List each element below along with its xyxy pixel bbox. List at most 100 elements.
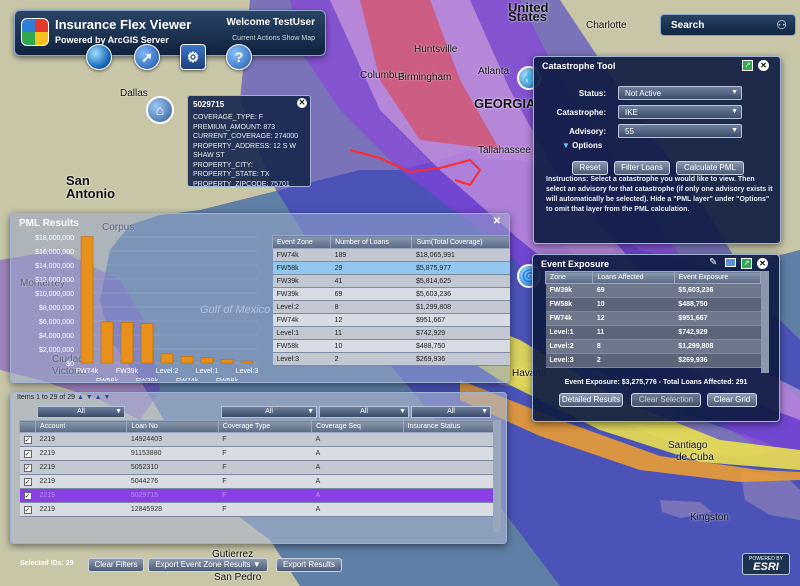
- x-tick-label: FW39k: [136, 378, 159, 381]
- coverage-type-filter[interactable]: All ▼: [221, 406, 317, 418]
- table-cell: $5,875,977: [411, 261, 510, 275]
- table-cell: A: [311, 446, 404, 461]
- catastrophe-select[interactable]: IKE ▼: [618, 105, 742, 119]
- account-filter[interactable]: All ▼: [37, 406, 125, 418]
- table-row[interactable]: FW39k 41 $5,814,625: [272, 274, 510, 288]
- bar[interactable]: [120, 322, 134, 364]
- column-header[interactable]: Insurance Status: [402, 420, 502, 433]
- options-toggle[interactable]: ▼ Options: [562, 141, 602, 150]
- grid-icon[interactable]: [725, 258, 736, 267]
- table-row[interactable]: ✓ 2219 5029715 F A: [19, 488, 501, 503]
- scrollbar[interactable]: [761, 271, 769, 373]
- popup-attribute-row: PREMIUM_AMOUNT: 873: [193, 123, 276, 131]
- row-checkbox[interactable]: ✓: [23, 435, 32, 444]
- close-icon[interactable]: ✕: [493, 216, 501, 227]
- table-header: Event Zone Number of Loans Sum(Total Cover…: [271, 235, 510, 249]
- table-row[interactable]: FW74k 12 $951,667: [272, 313, 510, 327]
- column-header[interactable]: Event Exposure: [673, 271, 762, 284]
- export-results-button[interactable]: Export Results: [276, 558, 342, 572]
- bar[interactable]: [80, 236, 94, 364]
- column-header[interactable]: Sum(Total Coverage): [411, 235, 510, 249]
- column-header[interactable]: Coverage Type: [217, 420, 313, 433]
- binoculars-icon[interactable]: ⚇: [776, 18, 787, 32]
- table-cell: 10: [330, 339, 412, 353]
- table-row[interactable]: Level:1 11 $742,929: [545, 325, 761, 340]
- table-row[interactable]: FW39k 69 $5,603,236: [545, 283, 761, 298]
- table-row[interactable]: FW74k 12 $951,667: [545, 311, 761, 326]
- table-row[interactable]: Level:1 11 $742,929: [272, 326, 510, 340]
- clear-grid-button[interactable]: Clear Grid: [707, 393, 757, 407]
- clear-filters-button[interactable]: Clear Filters: [88, 558, 144, 572]
- user-links[interactable]: Current Actions Show Map: [232, 35, 315, 42]
- row-checkbox[interactable]: ✓: [23, 505, 32, 514]
- row-checkbox-cell[interactable]: ✓: [19, 488, 36, 503]
- globe-icon[interactable]: [86, 44, 112, 70]
- scrollbar[interactable]: [493, 420, 501, 532]
- search-bar[interactable]: Search ⚇: [660, 14, 796, 36]
- row-checkbox[interactable]: ✓: [23, 477, 32, 486]
- expand-icon[interactable]: ↗: [741, 258, 752, 269]
- column-header[interactable]: Account: [34, 420, 128, 433]
- bar[interactable]: [180, 356, 194, 364]
- table-row[interactable]: Level:3 2 $269,936: [272, 352, 510, 366]
- table-row[interactable]: Level:2 8 $1,299,808: [272, 300, 510, 314]
- row-checkbox-cell[interactable]: ✓: [19, 460, 36, 475]
- column-header[interactable]: Coverage Seq: [311, 420, 404, 433]
- table-row[interactable]: Level:3 2 $269,936: [545, 353, 761, 368]
- status-select[interactable]: Not Active ▼: [618, 86, 742, 100]
- detailed-results-button[interactable]: Detailed Results: [559, 393, 623, 407]
- column-header[interactable]: Loans Affected: [592, 271, 675, 284]
- calculate-pml-button[interactable]: Calculate PML: [676, 161, 744, 175]
- pencil-icon[interactable]: ✎: [709, 257, 717, 268]
- advisory-select[interactable]: 55 ▼: [618, 124, 742, 138]
- table-row[interactable]: FW58k 29 $5,875,977: [272, 261, 510, 275]
- table-row[interactable]: Level:2 8 $1,299,808: [545, 339, 761, 354]
- table-row[interactable]: ✓ 2219 14924403 F A: [19, 432, 501, 447]
- close-icon[interactable]: ✕: [758, 60, 769, 71]
- catastrophe-value: IKE: [625, 108, 638, 117]
- table-cell: [403, 474, 501, 489]
- export-event-zone-results-button[interactable]: Export Event Zone Results ▼: [148, 558, 268, 572]
- table-row[interactable]: FW58k 10 $488,750: [545, 297, 761, 312]
- bar[interactable]: [140, 323, 154, 364]
- table-row[interactable]: ✓ 2219 5052310 F A: [19, 460, 501, 475]
- clear-selection-button[interactable]: Clear Selection: [631, 393, 701, 407]
- y-tick-label: $10,000,000: [35, 291, 74, 298]
- column-header[interactable]: Zone: [544, 271, 594, 284]
- row-checkbox[interactable]: ✓: [23, 463, 32, 472]
- table-row[interactable]: ✓ 2219 91153880 F A: [19, 446, 501, 461]
- table-row[interactable]: ✓ 2219 5044276 F A: [19, 474, 501, 489]
- column-header[interactable]: Loan No: [126, 420, 219, 433]
- table-row[interactable]: FW74k 189 $18,065,991: [272, 248, 510, 262]
- row-checkbox[interactable]: ✓: [23, 491, 32, 500]
- column-header[interactable]: [19, 420, 36, 433]
- bar[interactable]: [220, 359, 234, 364]
- close-icon[interactable]: ✕: [297, 98, 307, 108]
- row-checkbox-cell[interactable]: ✓: [19, 432, 36, 447]
- bar[interactable]: [240, 360, 254, 364]
- table-row[interactable]: FW58k 10 $488,750: [272, 339, 510, 353]
- close-icon[interactable]: ✕: [757, 258, 768, 269]
- column-header[interactable]: Number of Loans: [330, 235, 413, 249]
- row-checkbox-cell[interactable]: ✓: [19, 502, 36, 517]
- bar[interactable]: [160, 353, 174, 364]
- table-row[interactable]: ✓ 2219 12845928 F A: [19, 502, 501, 517]
- home-icon[interactable]: ⌂: [146, 96, 174, 124]
- bar[interactable]: [200, 357, 214, 364]
- table-row[interactable]: FW39k 69 $5,603,236: [272, 287, 510, 301]
- table-cell: 12: [592, 311, 675, 326]
- coverage-seq-filter[interactable]: All ▼: [319, 406, 409, 418]
- help-icon[interactable]: ?: [226, 44, 252, 70]
- insurance-status-filter[interactable]: All ▼: [411, 406, 491, 418]
- bar[interactable]: [100, 321, 114, 364]
- gear-icon[interactable]: ⚙: [180, 44, 206, 70]
- expand-icon[interactable]: ↗: [742, 60, 753, 71]
- filter-loans-button[interactable]: Filter Loans: [614, 161, 670, 175]
- compass-icon[interactable]: ➚: [134, 44, 160, 70]
- row-checkbox-cell[interactable]: ✓: [19, 474, 36, 489]
- reset-button[interactable]: Reset: [572, 161, 608, 175]
- row-checkbox-cell[interactable]: ✓: [19, 446, 36, 461]
- row-checkbox[interactable]: ✓: [23, 449, 32, 458]
- pager-icon[interactable]: ▲ ▼ ▲ ▼: [77, 394, 111, 401]
- column-header[interactable]: Event Zone: [271, 235, 332, 249]
